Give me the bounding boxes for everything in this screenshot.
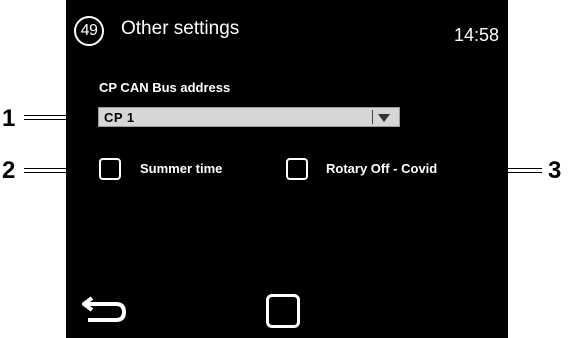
callout-number-1: 1 bbox=[2, 105, 16, 132]
callout-number-3: 3 bbox=[548, 157, 562, 184]
clock-time: 14:58 bbox=[453, 25, 499, 45]
back-arrow-icon[interactable] bbox=[82, 286, 132, 328]
device-screen: 49 Other settings 14:58 CP CAN Bus addre… bbox=[66, 0, 508, 338]
page-number-badge: 49 bbox=[74, 16, 104, 46]
chevron-down-icon[interactable] bbox=[378, 114, 390, 122]
can-bus-address-label: CP CAN Bus address bbox=[99, 80, 231, 95]
summer-time-checkbox[interactable] bbox=[99, 158, 121, 180]
summer-time-label: Summer time bbox=[140, 161, 223, 176]
callout-number-2: 2 bbox=[2, 157, 16, 184]
can-bus-address-value: CP 1 bbox=[104, 110, 135, 125]
page-title: Other settings bbox=[121, 18, 240, 39]
can-bus-address-dropdown[interactable]: CP 1 bbox=[98, 107, 400, 127]
rotary-off-covid-label: Rotary Off - Covid bbox=[326, 161, 438, 176]
home-square-icon[interactable] bbox=[266, 294, 300, 328]
dropdown-separator bbox=[372, 110, 373, 124]
rotary-off-covid-checkbox[interactable] bbox=[286, 158, 308, 180]
